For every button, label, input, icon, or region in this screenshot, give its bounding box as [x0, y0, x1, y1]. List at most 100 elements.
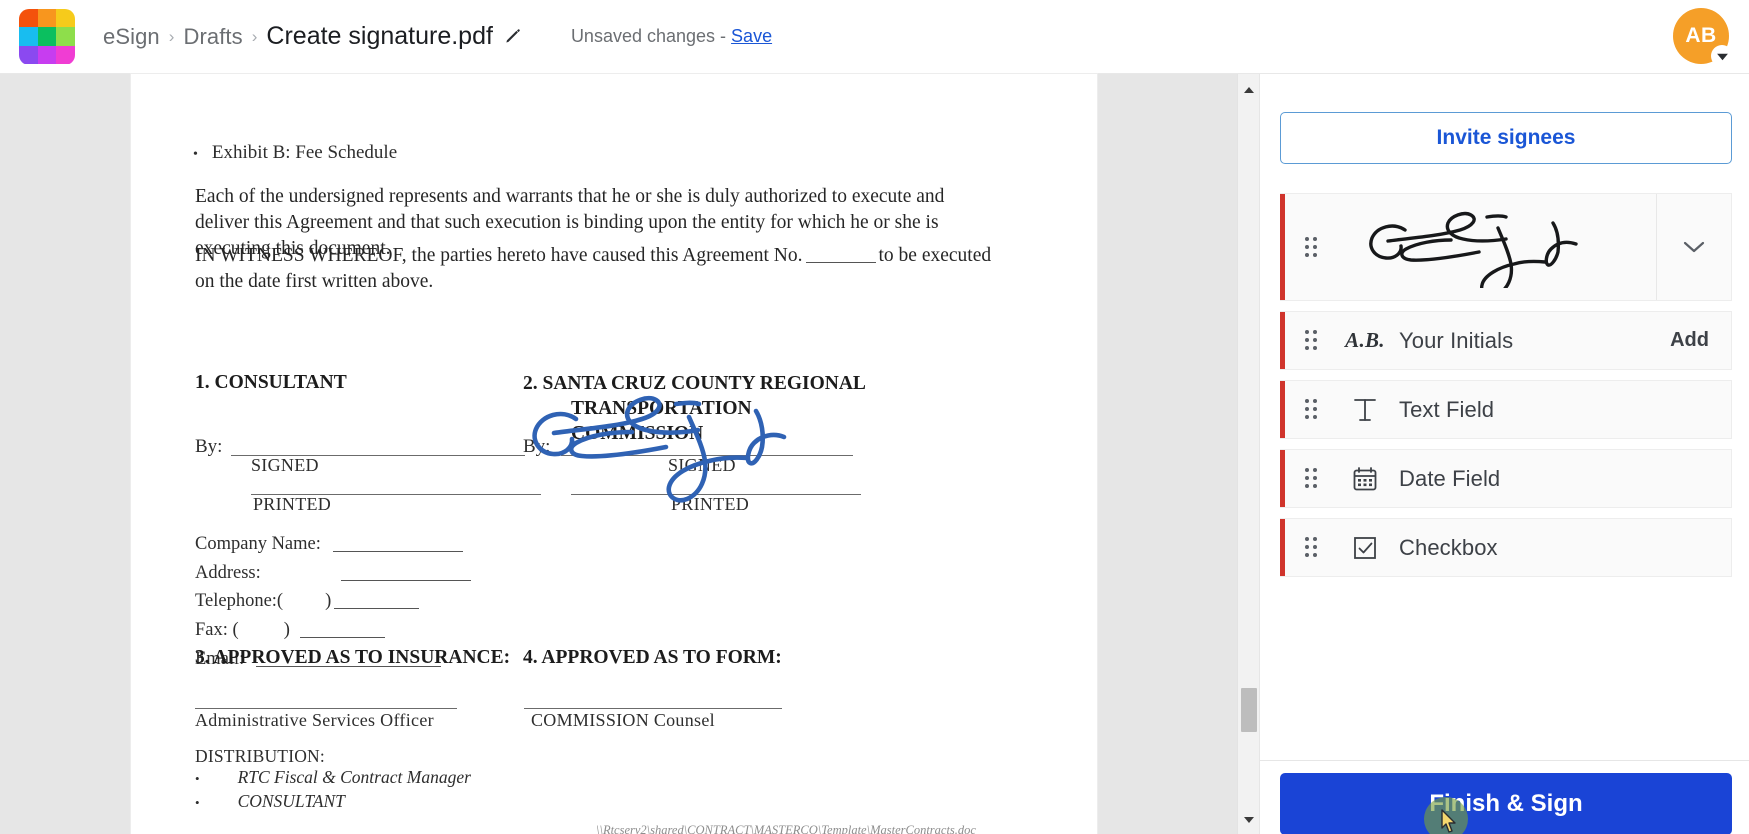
section-1-title: CONSULTANT	[214, 372, 347, 393]
scrollbar-thumb[interactable]	[1241, 688, 1257, 732]
printed-caption-left: PRINTED	[253, 494, 332, 514]
exhibit-bullet-item: • Exhibit B: Fee Schedule	[193, 142, 397, 164]
document-viewer[interactable]: • Exhibit B: Fee Schedule Each of the un…	[0, 74, 1259, 834]
list-item: • RTC Fiscal & Contract Manager	[195, 766, 471, 790]
list-item: • CONSULTANT	[195, 790, 471, 814]
logo-cell-2	[37, 8, 57, 28]
logo-cell-7	[19, 45, 38, 65]
drag-handle-icon[interactable]	[1305, 236, 1323, 258]
paragraph-witness: IN WITNESS WHEREOF, the parties hereto h…	[195, 243, 995, 295]
save-status-dash: -	[720, 26, 727, 46]
finish-and-sign-button[interactable]: Finish & Sign	[1280, 773, 1732, 834]
distribution-item-label: CONSULTANT	[237, 790, 345, 811]
invite-signees-button[interactable]: Invite signees	[1280, 112, 1732, 164]
contact-telephone-blank	[334, 608, 420, 610]
placed-signature[interactable]	[524, 389, 814, 504]
contact-telephone-close: )	[325, 591, 332, 612]
logo-cell-3	[56, 8, 75, 28]
contact-company-row: Company Name:	[195, 530, 471, 559]
document-scrollbar[interactable]	[1237, 74, 1259, 834]
contact-company-blank	[332, 551, 463, 552]
contact-company-label: Company Name:	[195, 534, 321, 554]
distribution-heading: DISTRIBUTION:	[195, 746, 325, 766]
form-caption: COMMISSION Counsel	[531, 710, 715, 730]
signature-expand-button[interactable]	[1656, 194, 1731, 300]
text-field-icon	[1345, 396, 1385, 424]
contact-address-row: Address:	[195, 559, 471, 588]
initials-icon: A.B.	[1345, 328, 1385, 353]
by-label-left: By:	[195, 436, 223, 457]
exhibit-label: Exhibit B: Fee Schedule	[211, 142, 398, 163]
distribution-item-label: RTC Fiscal & Contract Manager	[237, 767, 471, 787]
triangle-down-icon[interactable]	[1238, 810, 1260, 830]
logo-cell-9	[56, 45, 75, 65]
logo-cell-5	[37, 27, 57, 46]
tool-label-text-field: Text Field	[1399, 396, 1495, 422]
triangle-up-icon[interactable]	[1238, 80, 1260, 100]
logo-cell-4	[19, 27, 38, 46]
contact-fax-label: Fax: (	[195, 620, 239, 641]
pencil-icon[interactable]	[504, 27, 523, 46]
logo-cell-8	[37, 45, 57, 65]
breadcrumb: eSign › Drafts › Create signature.pdf	[103, 22, 523, 51]
app-logo-icon[interactable]	[19, 8, 75, 65]
section-3-heading: 3. APPROVED AS TO INSURANCE:	[195, 647, 511, 668]
tool-label-date-field: Date Field	[1399, 465, 1501, 491]
bullet-glyph: •	[193, 147, 198, 162]
insurance-caption: Administrative Services Officer	[195, 710, 434, 730]
contact-address-blank	[340, 579, 471, 581]
drag-handle-icon[interactable]	[1305, 399, 1323, 420]
unsaved-changes-label: Unsaved changes	[570, 26, 716, 46]
tool-row-signature[interactable]	[1280, 193, 1732, 301]
section-4-heading: 4. APPROVED AS TO FORM:	[523, 647, 782, 668]
tool-row-text-field[interactable]: Text Field	[1280, 380, 1732, 439]
contact-address-label: Address:	[195, 562, 261, 583]
breadcrumb-separator-1: ›	[168, 26, 175, 46]
document-footer-path: \\Rtcserv2\shared\CONTRACT\MASTERCO\Temp…	[596, 823, 976, 834]
contact-telephone-row: Telephone:()	[195, 587, 471, 616]
bullet-glyph: •	[195, 794, 200, 810]
form-signature-line	[524, 708, 782, 709]
esign-editor-window: eSign › Drafts › Create signature.pdf Un…	[0, 0, 1749, 834]
save-link[interactable]: Save	[731, 26, 772, 47]
distribution-list: • RTC Fiscal & Contract Manager • CONSUL…	[195, 766, 471, 814]
insurance-signature-line	[195, 708, 457, 709]
tool-label-checkbox: Checkbox	[1399, 534, 1498, 560]
agreement-number-blank	[805, 262, 876, 263]
initials-icon-text: A.B.	[1345, 328, 1385, 352]
avatar[interactable]: AB	[1673, 8, 1733, 67]
tool-row-date-field[interactable]: Date Field	[1280, 449, 1732, 508]
drag-handle-icon[interactable]	[1305, 468, 1323, 489]
paragraph-witness-a: IN WITNESS WHEREOF, the parties hereto h…	[195, 245, 803, 266]
breadcrumb-item-drafts[interactable]: Drafts	[183, 24, 242, 50]
tool-row-initials[interactable]: A.B. Your Initials Add	[1280, 311, 1732, 370]
section-1-number: 1.	[195, 372, 210, 393]
tool-row-checkbox[interactable]: Checkbox	[1280, 518, 1732, 577]
tools-list: A.B. Your Initials Add Text Field Date F…	[1280, 193, 1732, 587]
tools-side-panel: Invite signees A.B. Your Initials Add Te…	[1259, 74, 1749, 834]
add-initials-button[interactable]: Add	[1670, 329, 1709, 352]
save-status-group: Unsaved changes - Save	[571, 26, 772, 47]
drag-handle-icon[interactable]	[1305, 330, 1323, 351]
contact-fax-close: )	[283, 620, 290, 641]
contact-fax-blank	[299, 637, 385, 639]
checkbox-icon	[1345, 534, 1385, 562]
chevron-down-icon[interactable]	[1711, 45, 1733, 67]
tool-label-initials: Your Initials	[1399, 327, 1514, 353]
contact-fax-row: Fax: ()	[195, 616, 471, 645]
page-title: Create signature.pdf	[266, 22, 493, 50]
bullet-glyph: •	[195, 771, 200, 786]
logo-cell-1	[19, 8, 38, 28]
breadcrumb-separator-2: ›	[251, 26, 258, 46]
logo-cell-6	[56, 27, 75, 46]
signature-thumbnail[interactable]	[1323, 206, 1656, 288]
calendar-icon	[1345, 465, 1385, 493]
signed-caption-left: SIGNED	[251, 455, 319, 475]
pdf-page[interactable]: • Exhibit B: Fee Schedule Each of the un…	[131, 74, 1097, 834]
top-bar: eSign › Drafts › Create signature.pdf Un…	[0, 0, 1749, 74]
drag-handle-icon[interactable]	[1305, 537, 1323, 558]
breadcrumb-item-esign[interactable]: eSign	[103, 24, 160, 50]
section-1-heading: 1. CONSULTANT	[195, 372, 347, 394]
contact-telephone-label: Telephone:(	[195, 591, 284, 612]
finish-bar: Finish & Sign	[1260, 760, 1749, 834]
